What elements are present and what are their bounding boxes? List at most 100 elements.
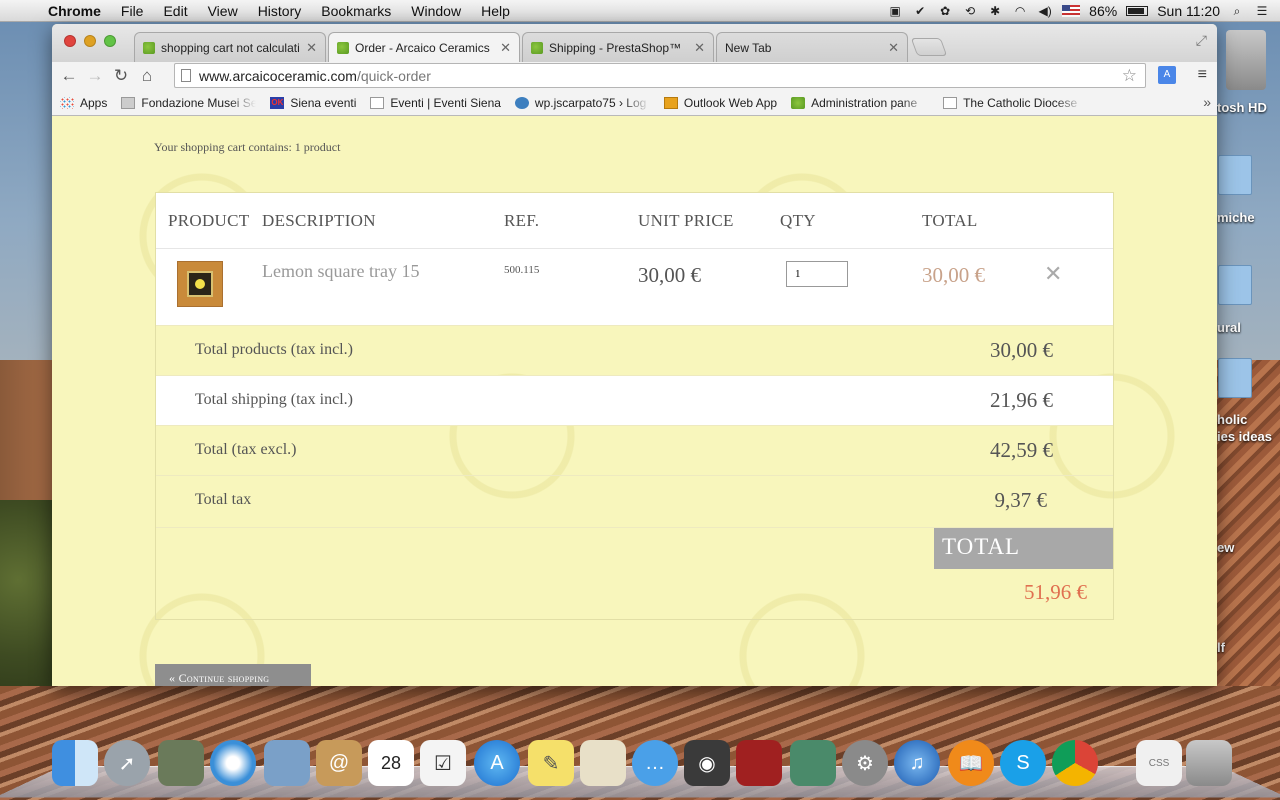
photo-booth-icon[interactable] bbox=[736, 740, 782, 786]
desktop-label-folder[interactable]: ew bbox=[1217, 540, 1234, 555]
desktop-label-folder[interactable]: ural bbox=[1217, 320, 1241, 335]
tab-close-icon[interactable]: ✕ bbox=[888, 40, 899, 56]
bookmark-outlook[interactable]: Outlook Web App bbox=[663, 96, 777, 110]
wifi-icon[interactable]: ◠ bbox=[1012, 4, 1028, 18]
maps-icon[interactable] bbox=[580, 740, 626, 786]
input-source-flag-icon[interactable] bbox=[1062, 5, 1081, 17]
desktop-label-folder[interactable]: miche bbox=[1217, 210, 1255, 225]
sync-icon[interactable]: ✿ bbox=[937, 4, 953, 18]
skype-icon[interactable]: S bbox=[1000, 740, 1046, 786]
tab-close-icon[interactable]: ✕ bbox=[306, 40, 317, 56]
desktop-label-folder[interactable]: holic bbox=[1217, 412, 1247, 427]
minimize-window-button[interactable] bbox=[84, 35, 96, 47]
tab-new-tab[interactable]: New Tab ✕ bbox=[716, 32, 908, 62]
reload-icon[interactable]: ↻ bbox=[108, 66, 134, 86]
url-path[interactable]: /quick-order bbox=[357, 68, 431, 84]
folder-icon[interactable] bbox=[1218, 358, 1252, 398]
spotlight-search-icon[interactable]: ⌕ bbox=[1229, 4, 1245, 18]
reminders-icon[interactable]: ☑ bbox=[420, 740, 466, 786]
itunes-icon[interactable]: ♫ bbox=[894, 740, 940, 786]
menu-help[interactable]: Help bbox=[471, 3, 520, 19]
clock[interactable]: Sun 11:20 bbox=[1157, 3, 1220, 19]
page-icon bbox=[181, 69, 191, 82]
bookmark-fondazione[interactable]: Fondazione Musei Se bbox=[121, 96, 256, 110]
total-tax-excl-value: 42,59 € bbox=[990, 438, 1053, 462]
menu-edit[interactable]: Edit bbox=[153, 3, 197, 19]
product-thumbnail[interactable] bbox=[177, 261, 223, 307]
home-icon[interactable]: ⌂ bbox=[134, 66, 160, 86]
bookmark-admin[interactable]: Administration pane bbox=[791, 96, 929, 110]
notification-center-icon[interactable]: ☰ bbox=[1254, 4, 1270, 18]
calendar-icon[interactable]: 28 bbox=[368, 740, 414, 786]
zoom-window-button[interactable] bbox=[104, 35, 116, 47]
continue-shopping-button[interactable]: « Continue shopping bbox=[155, 664, 311, 686]
back-icon[interactable]: ← bbox=[56, 66, 82, 86]
chrome-icon[interactable] bbox=[1052, 740, 1098, 786]
finder-icon[interactable] bbox=[52, 740, 98, 786]
time-machine-icon[interactable]: ⟲ bbox=[962, 4, 978, 18]
translate-icon[interactable]: A bbox=[1158, 66, 1176, 84]
folder-icon[interactable] bbox=[1218, 265, 1252, 305]
iphoto-icon[interactable] bbox=[790, 740, 836, 786]
desktop-label-hd[interactable]: tosh HD bbox=[1217, 100, 1267, 115]
system-preferences-icon[interactable]: ⚙ bbox=[842, 740, 888, 786]
bookmarks-overflow-icon[interactable]: » bbox=[1203, 94, 1211, 110]
menu-window[interactable]: Window bbox=[401, 3, 471, 19]
contacts-icon[interactable]: @ bbox=[316, 740, 362, 786]
tab-close-icon[interactable]: ✕ bbox=[500, 40, 511, 56]
wordpress-icon bbox=[514, 96, 529, 109]
forward-icon[interactable]: → bbox=[82, 66, 108, 86]
bookmark-siena-eventi[interactable]: OK Siena eventi bbox=[270, 96, 356, 110]
tab-close-icon[interactable]: ✕ bbox=[694, 40, 705, 56]
menu-history[interactable]: History bbox=[248, 3, 312, 19]
mail-icon[interactable] bbox=[264, 740, 310, 786]
quantity-input[interactable] bbox=[786, 261, 848, 287]
messages-icon[interactable]: … bbox=[632, 740, 678, 786]
browser-window: shopping cart not calculati ✕ Order - Ar… bbox=[52, 24, 1217, 686]
battery-percent[interactable]: 86% bbox=[1089, 3, 1117, 19]
desktop-label-folder[interactable]: lf bbox=[1217, 640, 1225, 655]
app-store-icon[interactable]: A bbox=[474, 740, 520, 786]
delete-item-icon[interactable]: ✕ bbox=[1044, 261, 1062, 287]
header-product: PRODUCT bbox=[168, 211, 250, 230]
stickies-icon[interactable]: ✎ bbox=[528, 740, 574, 786]
bookmark-eventi-siena[interactable]: Eventi | Eventi Siena bbox=[370, 96, 501, 110]
url-host[interactable]: www.arcaicoceramic.com bbox=[199, 68, 357, 84]
folder-icon[interactable] bbox=[1218, 155, 1252, 195]
dropbox-icon[interactable]: ▣ bbox=[887, 4, 903, 18]
shield-icon[interactable]: ✔ bbox=[912, 4, 928, 18]
menu-bookmarks[interactable]: Bookmarks bbox=[311, 3, 401, 19]
bookmark-wp[interactable]: wp.jscarpato75 › Log bbox=[514, 96, 650, 110]
photo-browser-icon[interactable] bbox=[158, 740, 204, 786]
close-window-button[interactable] bbox=[64, 35, 76, 47]
macos-menubar: Chrome File Edit View History Bookmarks … bbox=[0, 0, 1280, 22]
facetime-icon[interactable]: ◉ bbox=[684, 740, 730, 786]
new-tab-button[interactable] bbox=[910, 38, 948, 56]
address-bar[interactable]: www.arcaicoceramic.com/quick-order ☆ bbox=[174, 63, 1146, 88]
menu-app-name[interactable]: Chrome bbox=[38, 3, 111, 19]
volume-icon[interactable]: ◀) bbox=[1037, 4, 1053, 18]
bookmark-label: The Catholic Diocese bbox=[963, 95, 1078, 110]
desktop-label-folder[interactable]: ies ideas bbox=[1217, 429, 1272, 444]
bookmark-star-icon[interactable]: ☆ bbox=[1122, 66, 1137, 86]
css-file-icon[interactable]: CSS bbox=[1136, 740, 1182, 786]
bookmark-apps[interactable]: Apps bbox=[60, 96, 107, 110]
launchpad-icon[interactable]: ➚ bbox=[104, 740, 150, 786]
product-name-link[interactable]: Lemon square tray 15 bbox=[262, 261, 419, 282]
chrome-menu-icon[interactable]: ≡ bbox=[1198, 66, 1207, 84]
ibooks-icon[interactable]: 📖 bbox=[948, 740, 994, 786]
bookmark-diocese[interactable]: The Catholic Diocese bbox=[943, 96, 1083, 110]
menu-file[interactable]: File bbox=[111, 3, 154, 19]
tab-shipping-prestashop[interactable]: Shipping - PrestaShop™ ✕ bbox=[522, 32, 714, 62]
battery-icon[interactable] bbox=[1126, 6, 1149, 16]
menu-view[interactable]: View bbox=[198, 3, 248, 19]
prestashop-favicon-icon bbox=[337, 41, 349, 54]
total-tax-row: Total tax 9,37 € bbox=[156, 475, 1113, 527]
hard-drive-icon[interactable] bbox=[1226, 30, 1266, 90]
safari-icon[interactable] bbox=[210, 740, 256, 786]
trash-icon[interactable] bbox=[1186, 740, 1232, 786]
fullscreen-icon[interactable]: ⤢ bbox=[1196, 32, 1207, 49]
tab-order-arcaico[interactable]: Order - Arcaico Ceramics ✕ bbox=[328, 32, 520, 62]
tab-shopping-cart[interactable]: shopping cart not calculati ✕ bbox=[134, 32, 326, 62]
bluetooth-icon[interactable]: ✱ bbox=[987, 4, 1003, 18]
